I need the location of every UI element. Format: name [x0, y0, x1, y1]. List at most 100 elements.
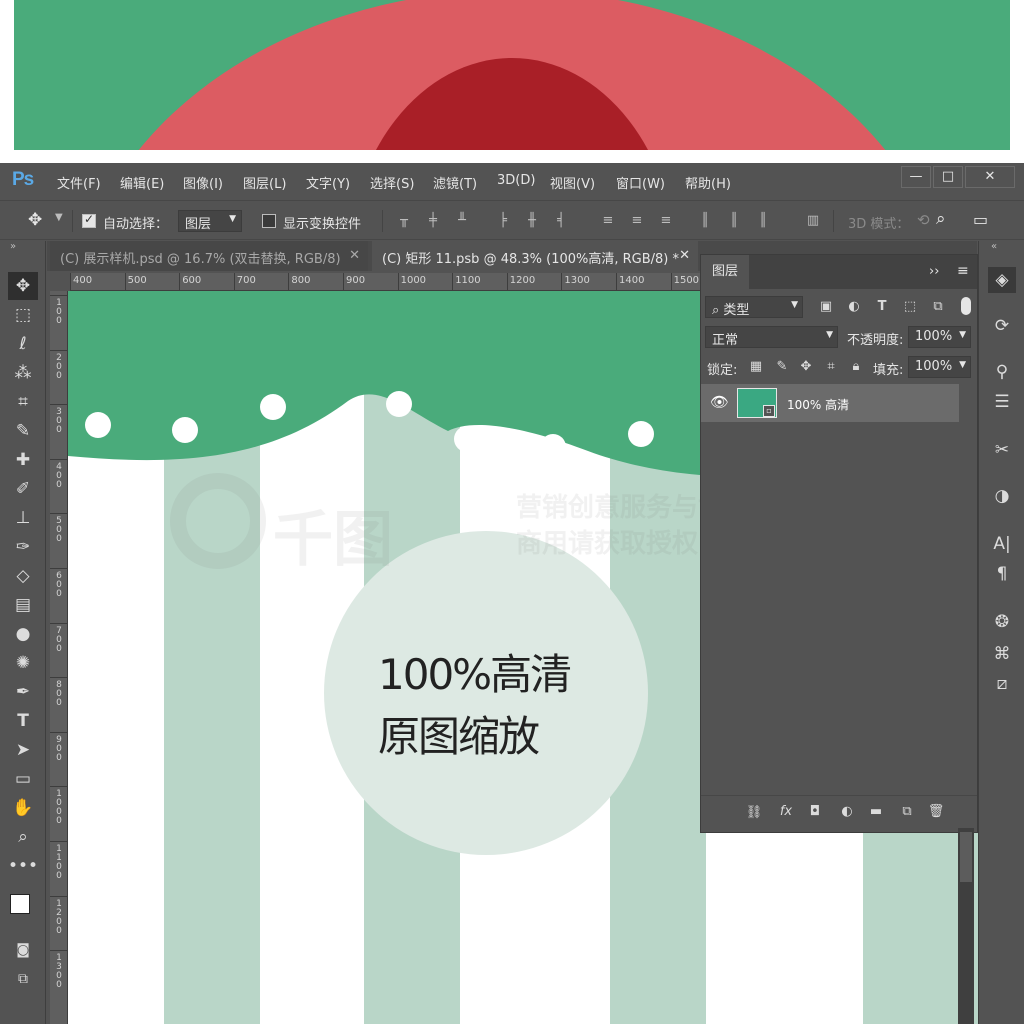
lock-transparency-icon[interactable]: ▦: [747, 359, 765, 374]
mask-icon[interactable]: ◘: [806, 804, 824, 819]
layers-icon[interactable]: ◈: [988, 267, 1016, 293]
show-transform-checkbox[interactable]: [262, 214, 276, 228]
menu-3d[interactable]: 3D(D): [497, 173, 535, 188]
type-tool-icon[interactable]: T: [8, 707, 38, 735]
fx-icon[interactable]: fx: [777, 804, 795, 819]
filter-pixel-icon[interactable]: ▣: [817, 299, 835, 314]
fill-input[interactable]: 100% ▼: [908, 356, 971, 378]
auto-select-dropdown[interactable]: 图层 ▼: [178, 210, 242, 232]
distribute-left-icon[interactable]: ║: [697, 213, 713, 229]
filter-type-icon[interactable]: T: [873, 299, 891, 314]
crop-tool-icon[interactable]: ⌗: [8, 388, 38, 416]
panel-menu-icon[interactable]: ≡: [957, 263, 969, 279]
brush-tool-icon[interactable]: ✐: [8, 475, 38, 503]
paths-icon[interactable]: ⌘: [988, 641, 1016, 667]
lock-pixels-icon[interactable]: ✎: [773, 359, 791, 374]
distribute-top-icon[interactable]: ≡: [600, 213, 616, 229]
adjustments-icon[interactable]: ☰: [988, 389, 1016, 415]
trash-icon[interactable]: 🗑︎: [927, 804, 945, 819]
character-icon[interactable]: A|: [988, 531, 1016, 557]
layer-filter-dropdown[interactable]: ⌕ 类型 ▼: [705, 296, 803, 318]
color-icon[interactable]: ◑: [988, 483, 1016, 509]
lock-all-icon[interactable]: 🔒︎: [847, 359, 865, 374]
menu-filter[interactable]: 滤镜(T): [433, 173, 477, 192]
filter-toggle-icon[interactable]: [961, 297, 971, 315]
distribute-bottom-icon[interactable]: ≡: [658, 213, 674, 229]
align-bottom-icon[interactable]: ╨: [454, 213, 470, 229]
healing-brush-icon[interactable]: ✚: [8, 446, 38, 474]
move-tool-icon[interactable]: ✥: [28, 210, 42, 230]
dodge-tool-icon[interactable]: ✺: [8, 649, 38, 677]
path-select-icon[interactable]: ➤: [8, 736, 38, 764]
collapse-icon[interactable]: «: [991, 241, 997, 252]
quick-mask-icon[interactable]: ◙: [8, 936, 38, 964]
scrollbar-thumb[interactable]: [960, 832, 972, 882]
paragraph-icon[interactable]: ¶: [988, 561, 1016, 587]
menu-type[interactable]: 文字(Y): [306, 173, 350, 192]
lock-artboard-icon[interactable]: ⌗: [822, 359, 840, 374]
eye-icon[interactable]: 👁︎: [710, 393, 729, 411]
chevron-down-icon[interactable]: ▼: [55, 212, 63, 223]
distribute-hcenter-icon[interactable]: ║: [726, 213, 742, 229]
close-icon[interactable]: ✕: [679, 248, 690, 263]
blend-mode-dropdown[interactable]: 正常 ▼: [705, 326, 838, 348]
eraser-tool-icon[interactable]: ◇: [8, 562, 38, 590]
minimize-button[interactable]: —: [901, 166, 931, 188]
align-right-icon[interactable]: ╡: [553, 213, 569, 229]
menu-edit[interactable]: 编辑(E): [120, 173, 164, 192]
vertical-scrollbar[interactable]: [958, 828, 974, 1024]
lasso-tool-icon[interactable]: ℓ: [8, 330, 38, 358]
properties-icon[interactable]: ⚲: [988, 359, 1016, 385]
history-brush-icon[interactable]: ✑: [8, 533, 38, 561]
align-left-icon[interactable]: ╞: [495, 213, 511, 229]
zoom-tool-icon[interactable]: ⌕: [8, 823, 38, 851]
screen-mode-icon[interactable]: ⧉: [8, 965, 38, 993]
filter-adjustment-icon[interactable]: ◐: [845, 299, 863, 314]
align-vcenter-icon[interactable]: ╪: [425, 213, 441, 229]
3d-orbit-icon[interactable]: ⟲: [917, 211, 930, 229]
menu-help[interactable]: 帮助(H): [685, 173, 731, 192]
layer-name[interactable]: 100% 高清: [787, 396, 849, 413]
history-icon[interactable]: ⟳: [988, 313, 1016, 339]
collapse-icon[interactable]: »: [10, 241, 16, 252]
layer-row[interactable]: 👁︎ ▫ 100% 高清: [701, 384, 959, 422]
align-top-icon[interactable]: ╥: [396, 213, 412, 229]
hand-tool-icon[interactable]: ✋: [8, 794, 38, 822]
glyphs-icon[interactable]: ⧄: [988, 671, 1016, 697]
menu-view[interactable]: 视图(V): [550, 173, 595, 192]
rectangle-tool-icon[interactable]: ▭: [8, 765, 38, 793]
distribute-right-icon[interactable]: ║: [755, 213, 771, 229]
marquee-tool-icon[interactable]: ⬚: [8, 301, 38, 329]
new-layer-icon[interactable]: ⧉: [898, 804, 916, 819]
auto-align-icon[interactable]: ▥: [805, 213, 821, 229]
opacity-input[interactable]: 100% ▼: [908, 326, 971, 348]
maximize-button[interactable]: □: [933, 166, 963, 188]
folder-icon[interactable]: ▬: [867, 804, 885, 819]
blur-tool-icon[interactable]: ●: [8, 620, 38, 648]
eyedropper-icon[interactable]: ✎: [8, 417, 38, 445]
adjustment-icon[interactable]: ◐: [838, 804, 856, 819]
menu-window[interactable]: 窗口(W): [616, 173, 665, 192]
foreground-color-swatch[interactable]: [10, 894, 30, 914]
collapse-panel-icon[interactable]: ››: [929, 264, 939, 279]
close-icon[interactable]: ✕: [349, 248, 360, 263]
close-button[interactable]: ✕: [965, 166, 1015, 188]
tab-rect[interactable]: (C) 矩形 11.psb @ 48.3% (100%高清, RGB/8) * …: [372, 241, 698, 271]
more-tools-icon[interactable]: •••: [8, 852, 38, 880]
search-icon[interactable]: ⌕: [936, 209, 946, 229]
tools-presets-icon[interactable]: ✂: [988, 437, 1016, 463]
pen-tool-icon[interactable]: ✒: [8, 678, 38, 706]
tab-showcase[interactable]: (C) 展示样机.psd @ 16.7% (双击替换, RGB/8) ✕: [50, 241, 368, 271]
filter-shape-icon[interactable]: ⬚: [901, 299, 919, 314]
move-tool-icon[interactable]: ✥: [8, 272, 38, 300]
menu-file[interactable]: 文件(F): [57, 173, 101, 192]
magic-wand-icon[interactable]: ⁂: [8, 359, 38, 387]
align-hcenter-icon[interactable]: ╫: [524, 213, 540, 229]
channels-icon[interactable]: ❂: [988, 609, 1016, 635]
menu-image[interactable]: 图像(I): [183, 173, 223, 192]
lock-position-icon[interactable]: ✥: [797, 359, 815, 374]
link-icon[interactable]: ⛓: [745, 805, 763, 820]
gradient-tool-icon[interactable]: ▤: [8, 591, 38, 619]
workspace-icon[interactable]: ▭: [973, 210, 988, 229]
stamp-tool-icon[interactable]: ⊥: [8, 504, 38, 532]
